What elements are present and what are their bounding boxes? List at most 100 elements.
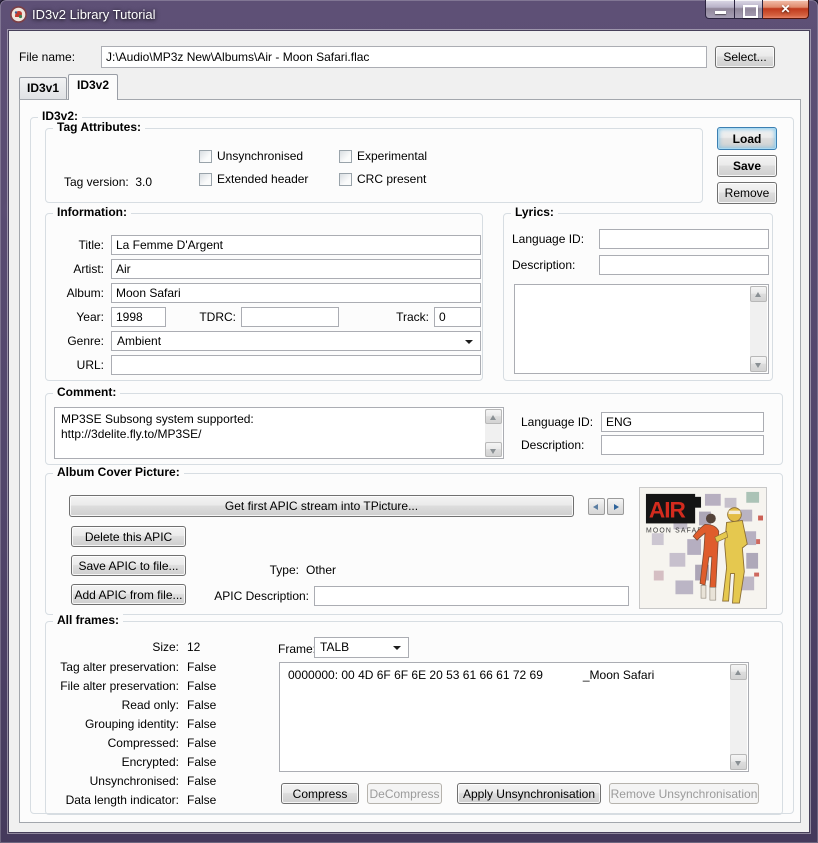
minimize-button[interactable] <box>705 0 735 19</box>
decompress-button: DeCompress <box>367 783 442 804</box>
flag-label: Tag alter preservation: <box>46 660 179 674</box>
all-frames-group: All frames: Size: 12 Tag alter preservat… <box>45 621 783 815</box>
checkbox-experimental[interactable]: Experimental <box>339 149 427 163</box>
apic-description-field[interactable] <box>314 586 629 606</box>
genre-label: Genre: <box>54 334 104 348</box>
title-bar[interactable]: ID3v2 Library Tutorial <box>0 0 818 30</box>
frame-label: Frame: <box>278 642 316 656</box>
flag-label: Unsynchronised: <box>46 774 179 788</box>
comment-scrollbar[interactable] <box>485 409 502 457</box>
url-label: URL: <box>54 358 104 372</box>
url-field[interactable] <box>111 355 481 375</box>
dialog-client-area: File name: Select... ID3v1 ID3v2 ID3v2: … <box>8 30 810 833</box>
hex-line: 0000000: 00 4D 6F 6F 6E 20 53 61 66 61 7… <box>288 668 654 682</box>
lyrics-caption: Lyrics: <box>511 205 558 219</box>
hex-scrollbar[interactable] <box>730 664 747 770</box>
compress-button[interactable]: Compress <box>281 783 359 804</box>
maximize-button[interactable] <box>735 0 763 19</box>
year-field[interactable] <box>111 307 166 327</box>
select-file-button[interactable]: Select... <box>715 46 775 68</box>
apic-description-label: APIC Description: <box>209 589 309 603</box>
scroll-up-button[interactable] <box>750 286 767 302</box>
scroll-up-button[interactable] <box>485 409 502 424</box>
add-apic-button[interactable]: Add APIC from file... <box>71 584 186 605</box>
apic-type-value: Other <box>306 563 336 577</box>
hex-ascii: _Moon Safari <box>583 668 654 682</box>
title-field[interactable] <box>111 235 481 255</box>
remove-button[interactable]: Remove <box>717 182 777 204</box>
comment-group: Comment: MP3SE Subsong system supported:… <box>45 393 783 465</box>
title-label: Title: <box>54 238 104 252</box>
information-group: Information: Title: Artist: Album: Year:… <box>45 213 483 381</box>
experimental-checkbox-label: Experimental <box>357 149 427 163</box>
load-button[interactable]: Load <box>717 127 777 150</box>
file-name-label: File name: <box>19 50 75 64</box>
tdrc-label: TDRC: <box>196 310 236 324</box>
remove-unsynchronisation-button: Remove Unsynchronisation <box>609 783 759 804</box>
flag-value: False <box>187 698 216 712</box>
scroll-up-button[interactable] <box>730 664 747 680</box>
track-field[interactable] <box>434 307 481 327</box>
lyrics-scrollbar[interactable] <box>750 286 767 372</box>
lyrics-group: Lyrics: Language ID: Description: <box>503 213 773 381</box>
lyrics-language-field[interactable] <box>599 229 769 249</box>
save-apic-button[interactable]: Save APIC to file... <box>71 555 186 576</box>
crc-present-checkbox-icon[interactable] <box>339 173 352 186</box>
album-cover-group: Album Cover Picture: Get first APIC stre… <box>45 473 783 615</box>
comment-memo[interactable]: MP3SE Subsong system supported: http://3… <box>54 407 504 459</box>
checkbox-crc-present[interactable]: CRC present <box>339 172 426 186</box>
close-button[interactable] <box>763 0 809 19</box>
information-caption: Information: <box>53 205 131 219</box>
tab-id3v2[interactable]: ID3v2 <box>68 74 118 100</box>
flag-label: Data length indicator: <box>46 793 179 807</box>
svg-text:AIR: AIR <box>649 498 686 523</box>
flag-value: False <box>187 755 216 769</box>
unsynchronised-checkbox-label: Unsynchronised <box>217 149 303 163</box>
all-frames-caption: All frames: <box>53 613 123 627</box>
tag-version-label: Tag version: 3.0 <box>64 175 152 189</box>
id3v2-group: ID3v2: Tag Attributes: Unsynchronised Ex… <box>30 117 794 814</box>
lyrics-text-memo[interactable] <box>514 284 769 374</box>
flag-value: False <box>187 793 216 807</box>
scroll-down-button[interactable] <box>750 356 767 372</box>
album-cover-caption: Album Cover Picture: <box>53 465 184 479</box>
size-value: 12 <box>187 640 200 654</box>
save-button[interactable]: Save <box>717 155 777 177</box>
frame-hex-viewer[interactable]: 0000000: 00 4D 6F 6F 6E 20 53 61 66 61 7… <box>279 662 749 772</box>
window-title: ID3v2 Library Tutorial <box>32 7 156 22</box>
delete-apic-button[interactable]: Delete this APIC <box>71 526 186 547</box>
album-label: Album: <box>54 286 104 300</box>
next-apic-button[interactable] <box>607 498 624 515</box>
id3v2-tab-page: ID3v2: Tag Attributes: Unsynchronised Ex… <box>19 99 801 823</box>
year-label: Year: <box>54 310 104 324</box>
hex-bytes: 0000000: 00 4D 6F 6F 6E 20 53 61 66 61 7… <box>288 668 543 682</box>
checkbox-unsynchronised[interactable]: Unsynchronised <box>199 149 303 163</box>
previous-apic-button[interactable] <box>588 498 605 515</box>
album-art-image: AIR MOON SAFARI <box>639 487 767 609</box>
apply-unsynchronisation-button[interactable]: Apply Unsynchronisation <box>457 783 601 804</box>
comment-description-field[interactable] <box>601 435 764 455</box>
flag-value: False <box>187 717 216 731</box>
scroll-down-button[interactable] <box>730 754 747 770</box>
unsynchronised-checkbox-icon[interactable] <box>199 150 212 163</box>
frame-combobox[interactable]: TALB <box>314 637 409 658</box>
comment-language-field[interactable] <box>601 412 764 432</box>
tdrc-field[interactable] <box>241 307 339 327</box>
comment-language-label: Language ID: <box>521 415 593 429</box>
lyrics-description-field[interactable] <box>599 255 769 275</box>
flag-value: False <box>187 660 216 674</box>
genre-value: Ambient <box>117 334 161 348</box>
get-apic-button[interactable]: Get first APIC stream into TPicture... <box>69 495 574 517</box>
genre-combobox[interactable]: Ambient <box>111 331 481 351</box>
extended-header-checkbox-icon[interactable] <box>199 173 212 186</box>
flag-label: Compressed: <box>46 736 179 750</box>
album-field[interactable] <box>111 283 481 303</box>
checkbox-extended-header[interactable]: Extended header <box>199 172 308 186</box>
tab-id3v1[interactable]: ID3v1 <box>19 77 67 99</box>
artist-field[interactable] <box>111 259 481 279</box>
file-name-input[interactable] <box>101 46 707 68</box>
experimental-checkbox-icon[interactable] <box>339 150 352 163</box>
scroll-down-button[interactable] <box>485 442 502 457</box>
size-label: Size: <box>46 640 179 654</box>
artist-label: Artist: <box>54 262 104 276</box>
